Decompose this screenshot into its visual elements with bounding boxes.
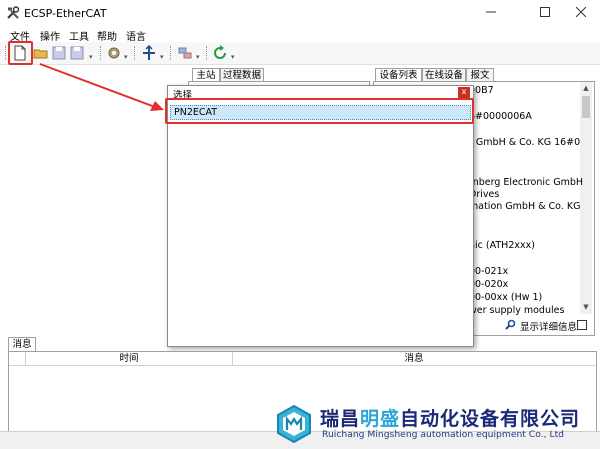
column-header-index [9, 352, 26, 366]
company-logo [277, 404, 311, 444]
company-name-en: Ruichang Mingsheng automation equipment … [322, 429, 565, 440]
column-header-message[interactable]: 消息 [233, 352, 595, 366]
tab-messages[interactable]: 消息 [8, 337, 36, 352]
column-header-time[interactable]: 时间 [26, 352, 233, 366]
company-name-cn: 瑞昌明盛自动化设备有限公司 [320, 408, 581, 430]
